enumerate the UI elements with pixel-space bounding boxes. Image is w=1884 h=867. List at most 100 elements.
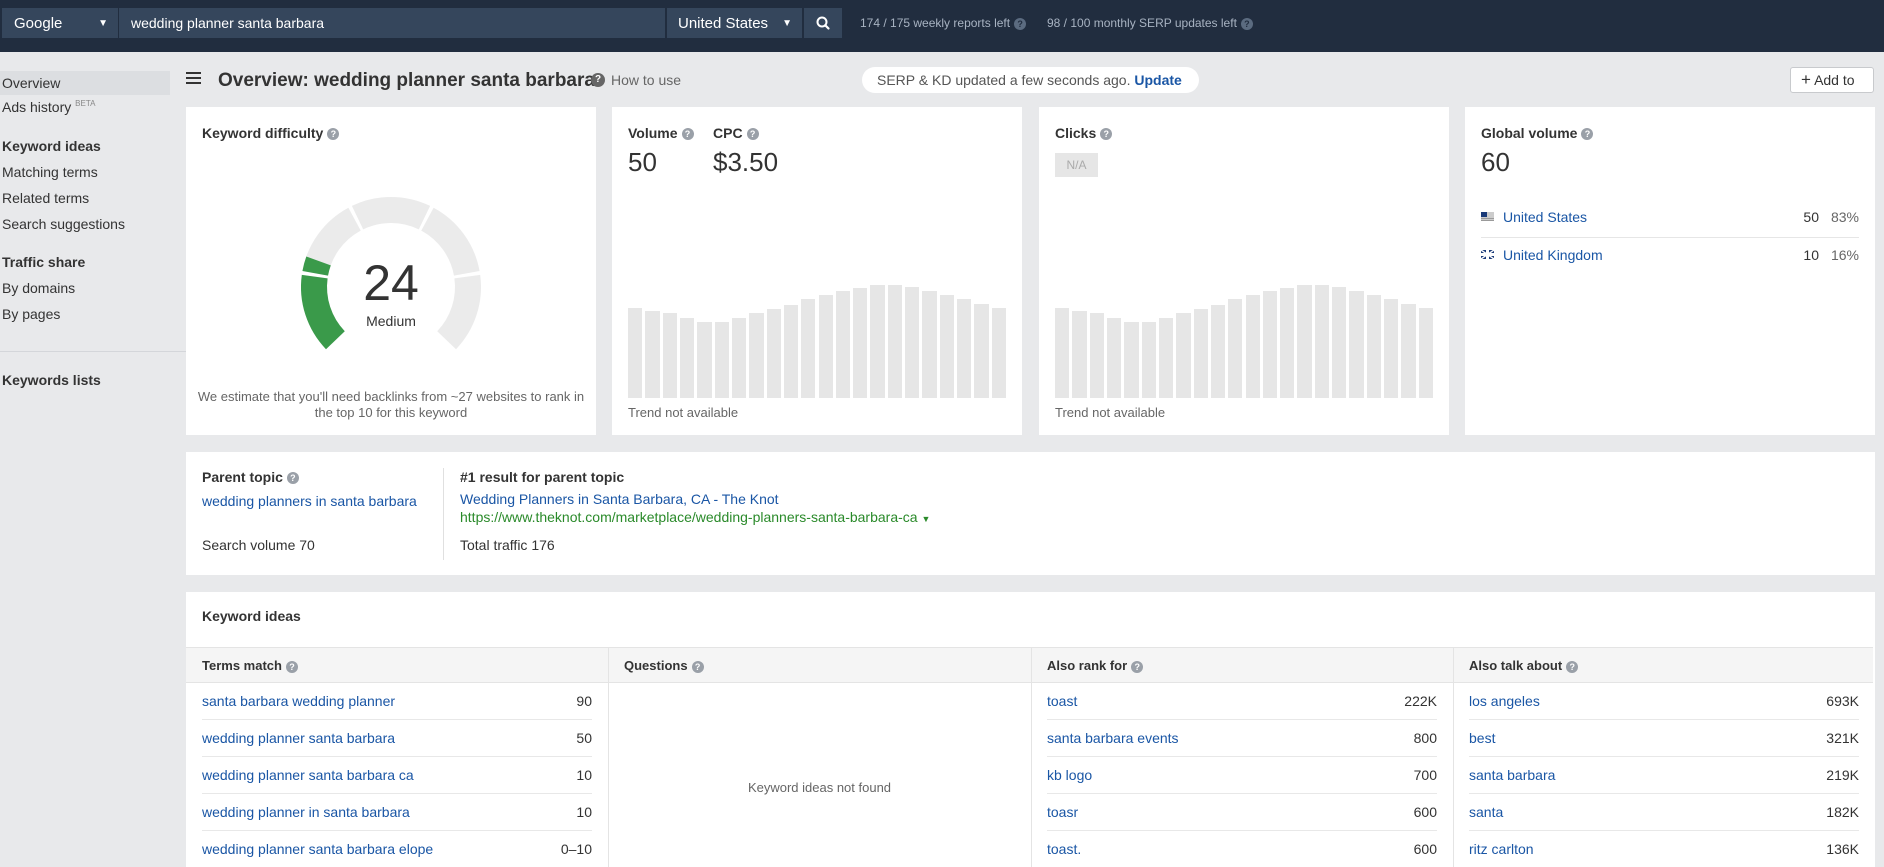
col-questions[interactable]: Questions?	[624, 658, 704, 673]
how-to-use-link[interactable]: ? How to use	[591, 72, 681, 89]
trend-placeholder-bar	[905, 286, 920, 398]
keyword-link[interactable]: kb logo	[1047, 767, 1092, 783]
keyword-link[interactable]: los angeles	[1469, 693, 1540, 709]
keyword-search-input[interactable]	[119, 8, 665, 38]
keyword-link[interactable]: toast	[1047, 693, 1077, 709]
sidebar-item-ads-history[interactable]: Ads history BETA	[2, 99, 95, 115]
country-link[interactable]: United States	[1503, 209, 1587, 225]
kd-gauge-track	[351, 197, 431, 230]
help-icon[interactable]: ?	[746, 128, 759, 141]
trend-placeholder-bar	[922, 290, 937, 398]
list-item: toast. 600	[1047, 831, 1437, 867]
sidebar-item-by-pages[interactable]: By pages	[2, 306, 60, 322]
menu-toggle-icon[interactable]	[186, 72, 201, 84]
keyword-link[interactable]: wedding planner in santa barbara	[202, 804, 410, 820]
list-item: ritz carlton 136K	[1469, 831, 1859, 867]
col-also-rank-for[interactable]: Also rank for?	[1047, 658, 1144, 673]
sidebar-item-search-suggestions[interactable]: Search suggestions	[2, 216, 125, 232]
trend-placeholder-bar	[835, 290, 851, 398]
volume-value: 50	[628, 147, 657, 177]
country-row-us: United States 50 83%	[1481, 200, 1859, 238]
help-icon[interactable]: ?	[286, 472, 299, 485]
help-icon[interactable]: ?	[691, 660, 704, 673]
trend-placeholder-bar	[1228, 299, 1243, 398]
add-to-button[interactable]: + Add to	[1790, 67, 1874, 93]
top-result-url[interactable]: https://www.theknot.com/marketplace/wedd…	[460, 509, 930, 525]
trend-placeholder-bar	[818, 295, 833, 398]
help-icon[interactable]: ?	[1581, 128, 1594, 141]
search-icon	[816, 16, 830, 30]
list-item: wedding planner santa barbara ca 10	[202, 757, 592, 794]
trend-placeholder-bar	[974, 303, 989, 398]
trend-placeholder-bar	[1141, 321, 1156, 398]
country-link[interactable]: United Kingdom	[1503, 247, 1603, 263]
help-icon[interactable]: ?	[1100, 128, 1113, 141]
trend-placeholder-bar	[1072, 310, 1087, 398]
help-icon[interactable]: ?	[681, 128, 694, 141]
help-icon[interactable]: ?	[327, 128, 340, 141]
keyword-link[interactable]: ritz carlton	[1469, 841, 1534, 857]
keyword-volume: 700	[1413, 767, 1437, 783]
keyword-link[interactable]: wedding planner santa barbara elope	[202, 841, 433, 857]
parent-topic-label: Parent topic?	[202, 469, 299, 485]
column-divider	[608, 647, 609, 867]
keyword-volume: 136K	[1826, 841, 1859, 857]
trend-placeholder-bar	[870, 285, 885, 398]
help-icon[interactable]: ?	[1566, 660, 1579, 673]
trend-placeholder-bar	[957, 299, 972, 398]
trend-placeholder-bar	[697, 321, 712, 398]
top-result-title-link[interactable]: Wedding Planners in Santa Barbara, CA - …	[460, 491, 779, 507]
top-result-label: #1 result for parent topic	[460, 469, 625, 485]
list-item: santa barbara 219K	[1469, 757, 1859, 794]
keyword-link[interactable]: santa barbara wedding planner	[202, 693, 395, 709]
sidebar-item-by-domains[interactable]: By domains	[2, 280, 75, 296]
trend-placeholder-bar	[679, 317, 695, 398]
keyword-volume: 222K	[1404, 693, 1437, 709]
keyword-link[interactable]: santa	[1469, 804, 1503, 820]
keyword-link[interactable]: santa barbara	[1469, 767, 1555, 783]
trend-placeholder-bar	[749, 313, 764, 398]
keyword-link[interactable]: santa barbara events	[1047, 730, 1179, 746]
sidebar-section-keyword-ideas: Keyword ideas	[2, 138, 101, 154]
keyword-link[interactable]: toast.	[1047, 841, 1081, 857]
help-icon[interactable]: ?	[1131, 660, 1144, 673]
col-also-talk-about[interactable]: Also talk about?	[1469, 658, 1579, 673]
keyword-volume: 90	[576, 693, 592, 709]
help-icon[interactable]: ?	[285, 660, 298, 673]
help-icon[interactable]: ?	[1014, 17, 1027, 30]
keyword-volume: 10	[576, 804, 592, 820]
sidebar-item-related-terms[interactable]: Related terms	[2, 190, 89, 206]
keyword-link[interactable]: toasr	[1047, 804, 1078, 820]
trend-placeholder-bar	[1089, 313, 1104, 398]
col-terms-match[interactable]: Terms match?	[202, 658, 298, 673]
keyword-ideas-title: Keyword ideas	[202, 608, 301, 624]
keyword-volume: 0–10	[560, 841, 592, 857]
keyword-link[interactable]: wedding planner santa barbara ca	[202, 767, 414, 783]
parent-topic-link[interactable]: wedding planners in santa barbara	[202, 493, 417, 509]
trend-placeholder-bar	[1055, 307, 1070, 398]
keyword-volume: 219K	[1826, 767, 1859, 783]
help-icon[interactable]: ?	[1240, 17, 1253, 30]
trend-placeholder-bar	[1262, 290, 1278, 398]
global-volume-card: Global volume? 60 United States 50 83% U…	[1465, 107, 1875, 435]
uk-flag-icon	[1481, 250, 1494, 259]
trend-placeholder-bar	[766, 309, 781, 398]
country-select-value: United States	[678, 15, 769, 32]
cpc-value: $3.50	[713, 147, 779, 177]
sidebar-item-keywords-lists[interactable]: Keywords lists	[2, 372, 101, 388]
keyword-link[interactable]: best	[1469, 730, 1495, 746]
keyword-link[interactable]: wedding planner santa barbara	[202, 730, 395, 746]
sidebar-item-matching-terms[interactable]: Matching terms	[2, 164, 98, 180]
search-button[interactable]	[804, 8, 842, 38]
top-result-total-traffic: Total traffic 176	[460, 537, 555, 553]
keyword-volume: 10	[576, 767, 592, 783]
sidebar-item-overview[interactable]: Overview	[0, 71, 170, 95]
trend-placeholder-bar	[1314, 285, 1330, 398]
country-select[interactable]: United States ▼	[667, 8, 802, 38]
list-item: kb logo 700	[1047, 757, 1437, 794]
search-engine-select[interactable]: Google ▼	[2, 8, 118, 38]
keyword-volume: 321K	[1826, 730, 1859, 746]
top-bar: Google ▼ United States ▼ 174 / 175 weekl…	[0, 0, 1884, 52]
update-link[interactable]: Update	[1134, 72, 1181, 88]
keyword-volume: 600	[1413, 804, 1437, 820]
